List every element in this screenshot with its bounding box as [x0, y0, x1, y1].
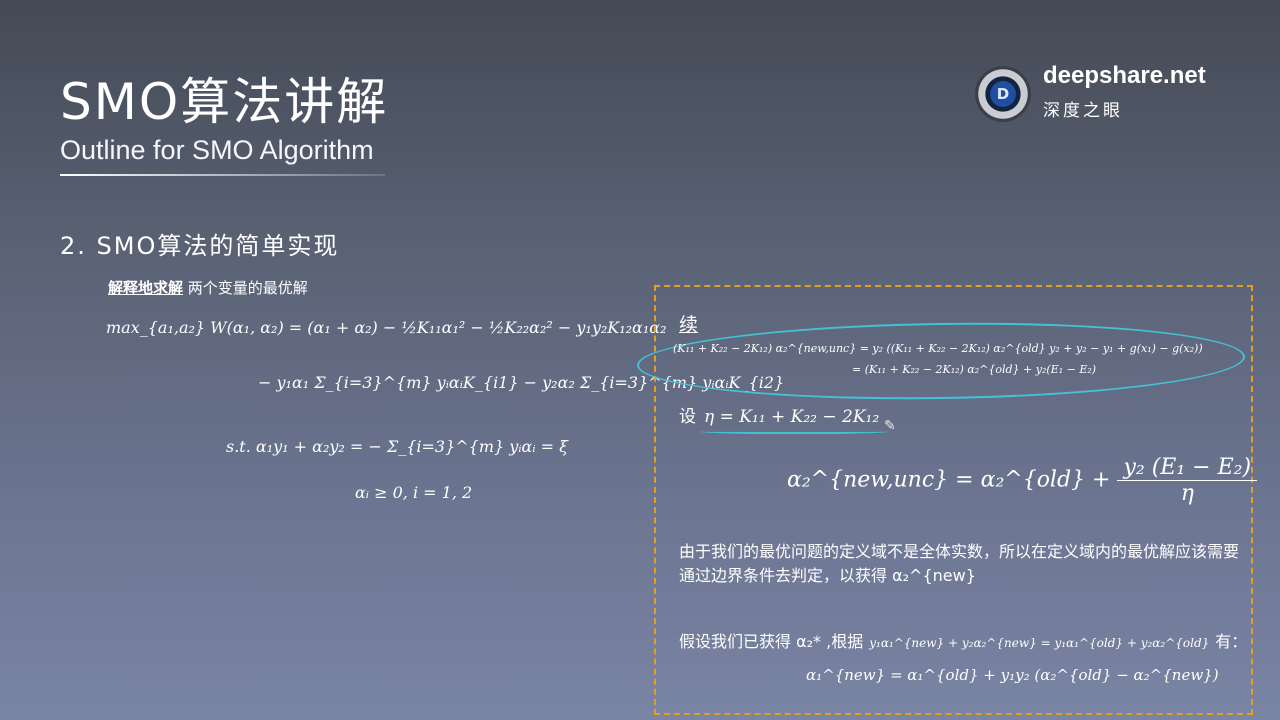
continued-label: 续 — [679, 314, 699, 336]
eta-formula: η = K₁₁ + K₂₂ − 2K₁₂ — [704, 407, 880, 427]
page-subtitle: Outline for SMO Algorithm — [60, 135, 374, 165]
section-heading: 2. SMO算法的简单实现 — [60, 232, 340, 260]
update-denominator: η — [1180, 481, 1194, 506]
update-numerator: y₂ (E₁ − E₂) — [1117, 455, 1258, 481]
update-equation: α₂^{new,unc} = α₂^{old} + y₂ (E₁ − E₂) η — [787, 455, 1258, 506]
intro-rest: 两个变量的最优解 — [183, 279, 308, 297]
assumption-tail: 有： — [1215, 632, 1248, 651]
eta-definition: 设 η = K₁₁ + K₂₂ − 2K₁₂ — [679, 402, 879, 427]
bound-line: αᵢ ≥ 0, i = 1, 2 — [355, 483, 473, 502]
intro-text: 解释地求解 两个变量的最优解 — [108, 277, 308, 298]
update-fraction: y₂ (E₁ − E₂) η — [1117, 455, 1258, 506]
brand-logo-letter: D — [996, 85, 1010, 103]
assumption-text: 假设我们已获得 α₂* ,根据 — [679, 632, 864, 651]
assumption-math: y₁α₁^{new} + y₂α₂^{new} = y₁α₁^{old} + y… — [869, 636, 1210, 650]
derivation-eq-1: (K₁₁ + K₂₂ − 2K₁₂) α₂^{new,unc} = y₂ ((K… — [673, 342, 1203, 355]
eta-label: 设 — [679, 407, 696, 427]
pen-icon: ✎ — [884, 418, 896, 434]
intro-strong: 解释地求解 — [108, 279, 184, 297]
brand-name-cn: 深度之眼 — [1043, 101, 1123, 121]
page-title: SMO算法讲解 — [60, 73, 389, 131]
constraint-line: s.t. α₁y₁ + α₂y₂ = − Σ_{i=3}^{m} yᵢαᵢ = … — [226, 437, 568, 456]
brand-site: deepshare.net — [1043, 62, 1206, 89]
explanation-paragraph: 由于我们的最优问题的定义域不是全体实数，所以在定义域内的最优解应该需要通过边界条… — [679, 542, 1240, 585]
objective-line-1: max_{a₁,a₂} W(α₁, α₂) = (α₁ + α₂) − ½K₁₁… — [106, 318, 667, 337]
final-equation: α₁^{new} = α₁^{old} + y₁y₂ (α₂^{old} − α… — [806, 666, 1219, 684]
title-divider — [60, 174, 385, 176]
brand-logo: D — [975, 66, 1031, 122]
update-lhs: α₂^{new,unc} = α₂^{old} + — [787, 467, 1111, 493]
assumption-line: 假设我们已获得 α₂* ,根据 y₁α₁^{new} + y₂α₂^{new} =… — [679, 628, 1247, 652]
derivation-eq-2: = (K₁₁ + K₂₂ − 2K₁₂) α₂^{old} + y₂(E₁ − … — [852, 363, 1097, 376]
eta-underline — [700, 428, 888, 434]
